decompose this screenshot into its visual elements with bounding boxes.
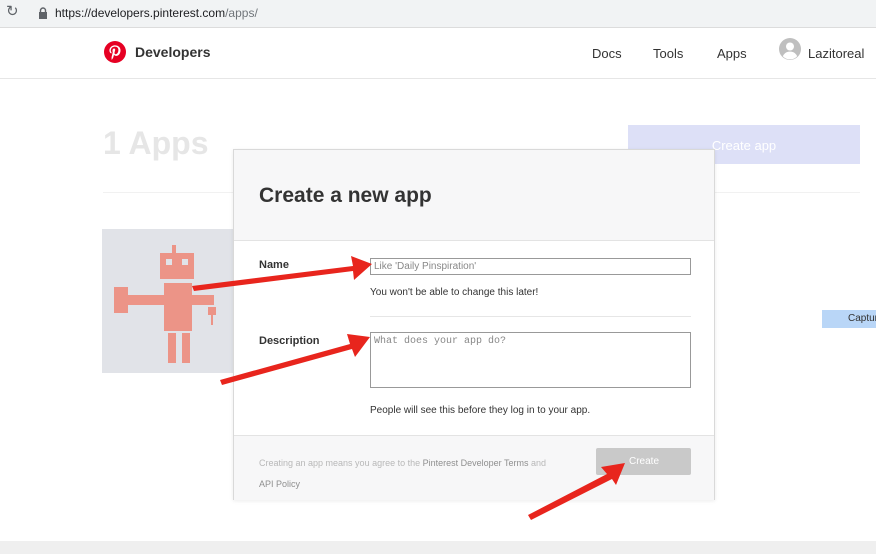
address-field[interactable]: https://developers.pinterest.com/apps/: [55, 6, 258, 20]
modal-header: Create a new app: [234, 150, 714, 241]
create-app-modal: Create a new app Name You won't be able …: [233, 149, 715, 500]
name-label: Name: [259, 259, 289, 271]
modal-footer: Creating an app means you agree to the P…: [234, 435, 714, 500]
app-thumbnail[interactable]: [102, 229, 242, 373]
terms-prefix: Creating an app means you agree to the: [259, 458, 423, 468]
create-button[interactable]: Create: [596, 448, 691, 475]
robot-illustration: [114, 245, 218, 363]
url-host: https://developers.pinterest.com: [55, 6, 226, 20]
site-header: Developers Docs Tools Apps Lazitoreal: [0, 28, 876, 79]
capture-tag[interactable]: Captur: [822, 310, 876, 328]
lock-icon: [39, 7, 47, 19]
description-input[interactable]: [370, 332, 691, 388]
page-title: 1 Apps: [103, 125, 209, 161]
nav-tools[interactable]: Tools: [653, 46, 683, 61]
description-hint: People will see this before they log in …: [370, 405, 591, 416]
api-policy-link[interactable]: API Policy: [259, 479, 300, 489]
user-name[interactable]: Lazitoreal: [808, 46, 864, 61]
terms-text: Creating an app means you agree to the P…: [259, 453, 579, 495]
page-footer: [0, 541, 876, 554]
nav-docs[interactable]: Docs: [592, 46, 622, 61]
name-input[interactable]: [370, 258, 691, 275]
reload-icon[interactable]: ↻: [6, 4, 22, 20]
avatar-icon[interactable]: [779, 38, 801, 60]
modal-title: Create a new app: [259, 184, 432, 207]
pinterest-logo-icon[interactable]: [103, 40, 127, 64]
browser-url-bar: ↻ https://developers.pinterest.com/apps/: [0, 0, 876, 28]
developer-terms-link[interactable]: Pinterest Developer Terms: [423, 458, 529, 468]
name-hint: You won't be able to change this later!: [370, 287, 539, 298]
description-label: Description: [259, 335, 320, 347]
nav-apps[interactable]: Apps: [717, 46, 747, 61]
brand-name[interactable]: Developers: [135, 44, 210, 60]
url-path: /apps/: [225, 6, 258, 20]
divider: [370, 316, 691, 317]
terms-mid: and: [528, 458, 547, 468]
